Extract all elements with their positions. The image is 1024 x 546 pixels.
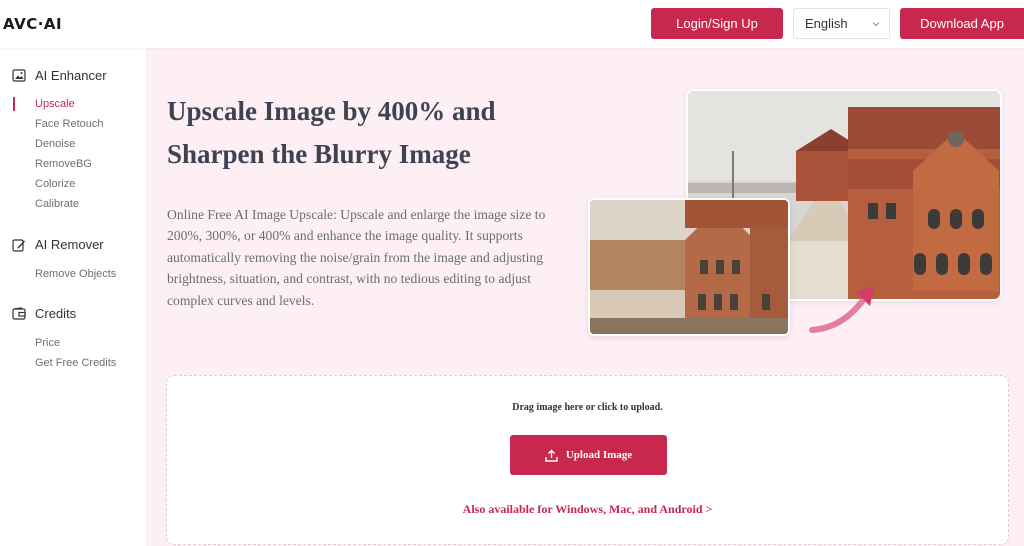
arrow-icon (809, 286, 874, 333)
sidebar-item-removebg[interactable]: RemoveBG (35, 158, 92, 170)
sidebar-item-colorize[interactable]: Colorize (35, 178, 75, 190)
download-app-button[interactable]: Download App (900, 8, 1024, 39)
sidebar-section-ai-remover[interactable]: AI Remover (12, 237, 104, 252)
active-indicator (13, 97, 15, 111)
sidebar-section-label: Credits (35, 306, 77, 321)
edit-icon (12, 238, 25, 252)
original-building-illustration (590, 200, 788, 334)
upload-image-button[interactable]: Upload Image (510, 435, 667, 475)
sidebar-item-face-retouch[interactable]: Face Retouch (35, 118, 103, 130)
top-header: AVC·AI Login/Sign Up English Download Ap… (0, 0, 1024, 48)
upload-button-label: Upload Image (565, 449, 633, 461)
platforms-link[interactable]: Also available for Windows, Mac, and And… (167, 502, 1008, 517)
sidebar-item-price[interactable]: Price (35, 337, 60, 349)
sidebar-section-ai-enhancer[interactable]: AI Enhancer (12, 68, 107, 83)
sidebar-section-label: AI Remover (35, 237, 104, 252)
sidebar-section-label: AI Enhancer (35, 68, 107, 83)
sidebar: AI Enhancer Upscale Face Retouch Denoise… (0, 48, 146, 546)
language-value: English (805, 16, 848, 31)
drag-instruction: Drag image here or click to upload. (512, 402, 663, 413)
chevron-down-icon (872, 22, 880, 27)
title-line-2: Sharpen the Blurry Image (167, 139, 471, 169)
sidebar-item-calibrate[interactable]: Calibrate (35, 198, 79, 210)
image-icon (12, 69, 26, 82)
brand-logo[interactable]: AVC·AI (3, 15, 62, 33)
title-line-1: Upscale Image by 400% and (167, 96, 496, 126)
sidebar-section-credits[interactable]: Credits (12, 306, 76, 321)
wallet-icon (12, 307, 26, 320)
login-signup-button[interactable]: Login/Sign Up (651, 8, 783, 39)
page-description: Online Free AI Image Upscale: Upscale an… (167, 207, 546, 308)
sidebar-item-get-free-credits[interactable]: Get Free Credits (35, 357, 116, 369)
sidebar-item-remove-objects[interactable]: Remove Objects (35, 268, 116, 280)
language-select[interactable]: English (793, 8, 890, 39)
sidebar-item-upscale[interactable]: Upscale (35, 98, 75, 110)
upload-dropzone[interactable]: Drag image here or click to upload. Uplo… (166, 375, 1009, 545)
sidebar-item-denoise[interactable]: Denoise (35, 138, 75, 150)
page-title: Upscale Image by 400% and Sharpen the Bl… (167, 90, 567, 176)
original-image-preview (588, 198, 790, 336)
upload-icon (545, 449, 558, 462)
